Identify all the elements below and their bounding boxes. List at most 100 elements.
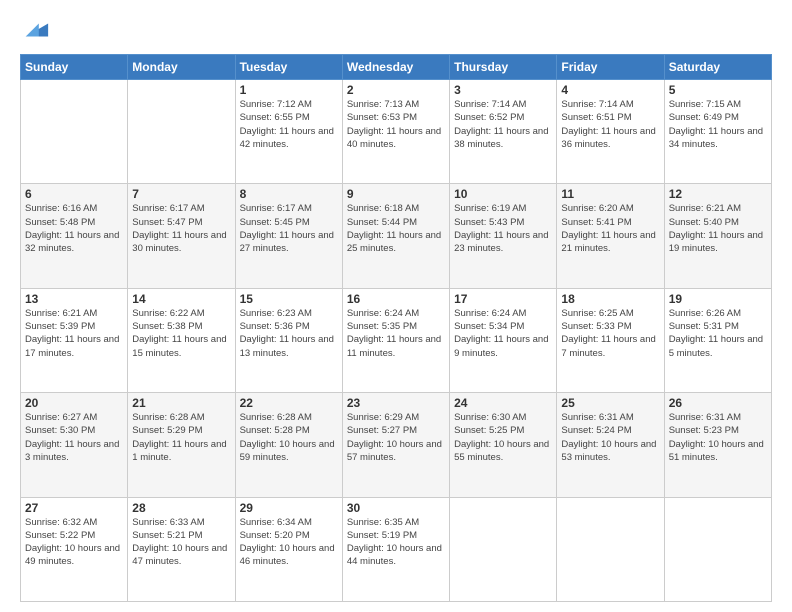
calendar-cell: 3Sunrise: 7:14 AM Sunset: 6:52 PM Daylig… <box>450 80 557 184</box>
calendar-cell <box>21 80 128 184</box>
day-info: Sunrise: 6:24 AM Sunset: 5:34 PM Dayligh… <box>454 307 552 360</box>
day-number: 3 <box>454 83 552 97</box>
day-number: 18 <box>561 292 659 306</box>
day-info: Sunrise: 6:21 AM Sunset: 5:40 PM Dayligh… <box>669 202 767 255</box>
day-number: 20 <box>25 396 123 410</box>
calendar-cell: 12Sunrise: 6:21 AM Sunset: 5:40 PM Dayli… <box>664 184 771 288</box>
calendar-cell <box>664 497 771 601</box>
calendar-header-row: SundayMondayTuesdayWednesdayThursdayFrid… <box>21 55 772 80</box>
calendar-cell: 9Sunrise: 6:18 AM Sunset: 5:44 PM Daylig… <box>342 184 449 288</box>
calendar-cell: 14Sunrise: 6:22 AM Sunset: 5:38 PM Dayli… <box>128 288 235 392</box>
page: SundayMondayTuesdayWednesdayThursdayFrid… <box>0 0 792 612</box>
day-number: 1 <box>240 83 338 97</box>
calendar-cell: 15Sunrise: 6:23 AM Sunset: 5:36 PM Dayli… <box>235 288 342 392</box>
day-info: Sunrise: 6:23 AM Sunset: 5:36 PM Dayligh… <box>240 307 338 360</box>
day-info: Sunrise: 6:33 AM Sunset: 5:21 PM Dayligh… <box>132 516 230 569</box>
day-number: 19 <box>669 292 767 306</box>
calendar-cell: 19Sunrise: 6:26 AM Sunset: 5:31 PM Dayli… <box>664 288 771 392</box>
day-info: Sunrise: 6:31 AM Sunset: 5:24 PM Dayligh… <box>561 411 659 464</box>
calendar-cell: 10Sunrise: 6:19 AM Sunset: 5:43 PM Dayli… <box>450 184 557 288</box>
day-info: Sunrise: 6:26 AM Sunset: 5:31 PM Dayligh… <box>669 307 767 360</box>
day-info: Sunrise: 6:30 AM Sunset: 5:25 PM Dayligh… <box>454 411 552 464</box>
day-number: 24 <box>454 396 552 410</box>
day-number: 15 <box>240 292 338 306</box>
day-of-week-header: Thursday <box>450 55 557 80</box>
day-info: Sunrise: 6:32 AM Sunset: 5:22 PM Dayligh… <box>25 516 123 569</box>
logo <box>20 16 50 44</box>
day-info: Sunrise: 6:16 AM Sunset: 5:48 PM Dayligh… <box>25 202 123 255</box>
calendar-cell: 21Sunrise: 6:28 AM Sunset: 5:29 PM Dayli… <box>128 393 235 497</box>
day-number: 2 <box>347 83 445 97</box>
day-number: 5 <box>669 83 767 97</box>
calendar-cell: 8Sunrise: 6:17 AM Sunset: 5:45 PM Daylig… <box>235 184 342 288</box>
calendar-cell: 1Sunrise: 7:12 AM Sunset: 6:55 PM Daylig… <box>235 80 342 184</box>
day-info: Sunrise: 6:17 AM Sunset: 5:45 PM Dayligh… <box>240 202 338 255</box>
calendar-cell: 7Sunrise: 6:17 AM Sunset: 5:47 PM Daylig… <box>128 184 235 288</box>
calendar-cell: 2Sunrise: 7:13 AM Sunset: 6:53 PM Daylig… <box>342 80 449 184</box>
day-number: 23 <box>347 396 445 410</box>
day-number: 28 <box>132 501 230 515</box>
day-number: 11 <box>561 187 659 201</box>
day-info: Sunrise: 6:35 AM Sunset: 5:19 PM Dayligh… <box>347 516 445 569</box>
day-number: 6 <box>25 187 123 201</box>
day-info: Sunrise: 6:17 AM Sunset: 5:47 PM Dayligh… <box>132 202 230 255</box>
day-info: Sunrise: 6:28 AM Sunset: 5:28 PM Dayligh… <box>240 411 338 464</box>
calendar-week-row: 13Sunrise: 6:21 AM Sunset: 5:39 PM Dayli… <box>21 288 772 392</box>
calendar-table: SundayMondayTuesdayWednesdayThursdayFrid… <box>20 54 772 602</box>
day-number: 25 <box>561 396 659 410</box>
day-number: 10 <box>454 187 552 201</box>
day-number: 13 <box>25 292 123 306</box>
day-number: 14 <box>132 292 230 306</box>
day-number: 12 <box>669 187 767 201</box>
day-number: 16 <box>347 292 445 306</box>
calendar-cell: 26Sunrise: 6:31 AM Sunset: 5:23 PM Dayli… <box>664 393 771 497</box>
day-number: 29 <box>240 501 338 515</box>
day-info: Sunrise: 6:19 AM Sunset: 5:43 PM Dayligh… <box>454 202 552 255</box>
day-number: 26 <box>669 396 767 410</box>
calendar-cell: 24Sunrise: 6:30 AM Sunset: 5:25 PM Dayli… <box>450 393 557 497</box>
calendar-cell: 13Sunrise: 6:21 AM Sunset: 5:39 PM Dayli… <box>21 288 128 392</box>
calendar-cell: 4Sunrise: 7:14 AM Sunset: 6:51 PM Daylig… <box>557 80 664 184</box>
day-number: 21 <box>132 396 230 410</box>
calendar-cell: 29Sunrise: 6:34 AM Sunset: 5:20 PM Dayli… <box>235 497 342 601</box>
day-number: 27 <box>25 501 123 515</box>
day-number: 17 <box>454 292 552 306</box>
day-number: 9 <box>347 187 445 201</box>
day-info: Sunrise: 6:31 AM Sunset: 5:23 PM Dayligh… <box>669 411 767 464</box>
day-info: Sunrise: 7:12 AM Sunset: 6:55 PM Dayligh… <box>240 98 338 151</box>
calendar-cell: 20Sunrise: 6:27 AM Sunset: 5:30 PM Dayli… <box>21 393 128 497</box>
day-info: Sunrise: 7:15 AM Sunset: 6:49 PM Dayligh… <box>669 98 767 151</box>
calendar-week-row: 1Sunrise: 7:12 AM Sunset: 6:55 PM Daylig… <box>21 80 772 184</box>
calendar-cell: 16Sunrise: 6:24 AM Sunset: 5:35 PM Dayli… <box>342 288 449 392</box>
calendar-cell: 22Sunrise: 6:28 AM Sunset: 5:28 PM Dayli… <box>235 393 342 497</box>
day-of-week-header: Friday <box>557 55 664 80</box>
day-info: Sunrise: 6:20 AM Sunset: 5:41 PM Dayligh… <box>561 202 659 255</box>
day-number: 8 <box>240 187 338 201</box>
header <box>20 16 772 44</box>
calendar-cell <box>557 497 664 601</box>
calendar-cell: 5Sunrise: 7:15 AM Sunset: 6:49 PM Daylig… <box>664 80 771 184</box>
day-info: Sunrise: 6:22 AM Sunset: 5:38 PM Dayligh… <box>132 307 230 360</box>
day-number: 7 <box>132 187 230 201</box>
day-number: 30 <box>347 501 445 515</box>
calendar-cell: 17Sunrise: 6:24 AM Sunset: 5:34 PM Dayli… <box>450 288 557 392</box>
day-info: Sunrise: 6:29 AM Sunset: 5:27 PM Dayligh… <box>347 411 445 464</box>
calendar-cell: 18Sunrise: 6:25 AM Sunset: 5:33 PM Dayli… <box>557 288 664 392</box>
day-of-week-header: Wednesday <box>342 55 449 80</box>
day-info: Sunrise: 6:25 AM Sunset: 5:33 PM Dayligh… <box>561 307 659 360</box>
calendar-cell <box>128 80 235 184</box>
calendar-week-row: 6Sunrise: 6:16 AM Sunset: 5:48 PM Daylig… <box>21 184 772 288</box>
day-number: 22 <box>240 396 338 410</box>
day-info: Sunrise: 7:14 AM Sunset: 6:52 PM Dayligh… <box>454 98 552 151</box>
day-of-week-header: Saturday <box>664 55 771 80</box>
day-info: Sunrise: 6:34 AM Sunset: 5:20 PM Dayligh… <box>240 516 338 569</box>
day-of-week-header: Monday <box>128 55 235 80</box>
day-info: Sunrise: 7:14 AM Sunset: 6:51 PM Dayligh… <box>561 98 659 151</box>
day-of-week-header: Tuesday <box>235 55 342 80</box>
day-info: Sunrise: 6:27 AM Sunset: 5:30 PM Dayligh… <box>25 411 123 464</box>
logo-icon <box>22 16 50 44</box>
calendar-week-row: 27Sunrise: 6:32 AM Sunset: 5:22 PM Dayli… <box>21 497 772 601</box>
day-of-week-header: Sunday <box>21 55 128 80</box>
day-info: Sunrise: 7:13 AM Sunset: 6:53 PM Dayligh… <box>347 98 445 151</box>
calendar-cell: 11Sunrise: 6:20 AM Sunset: 5:41 PM Dayli… <box>557 184 664 288</box>
